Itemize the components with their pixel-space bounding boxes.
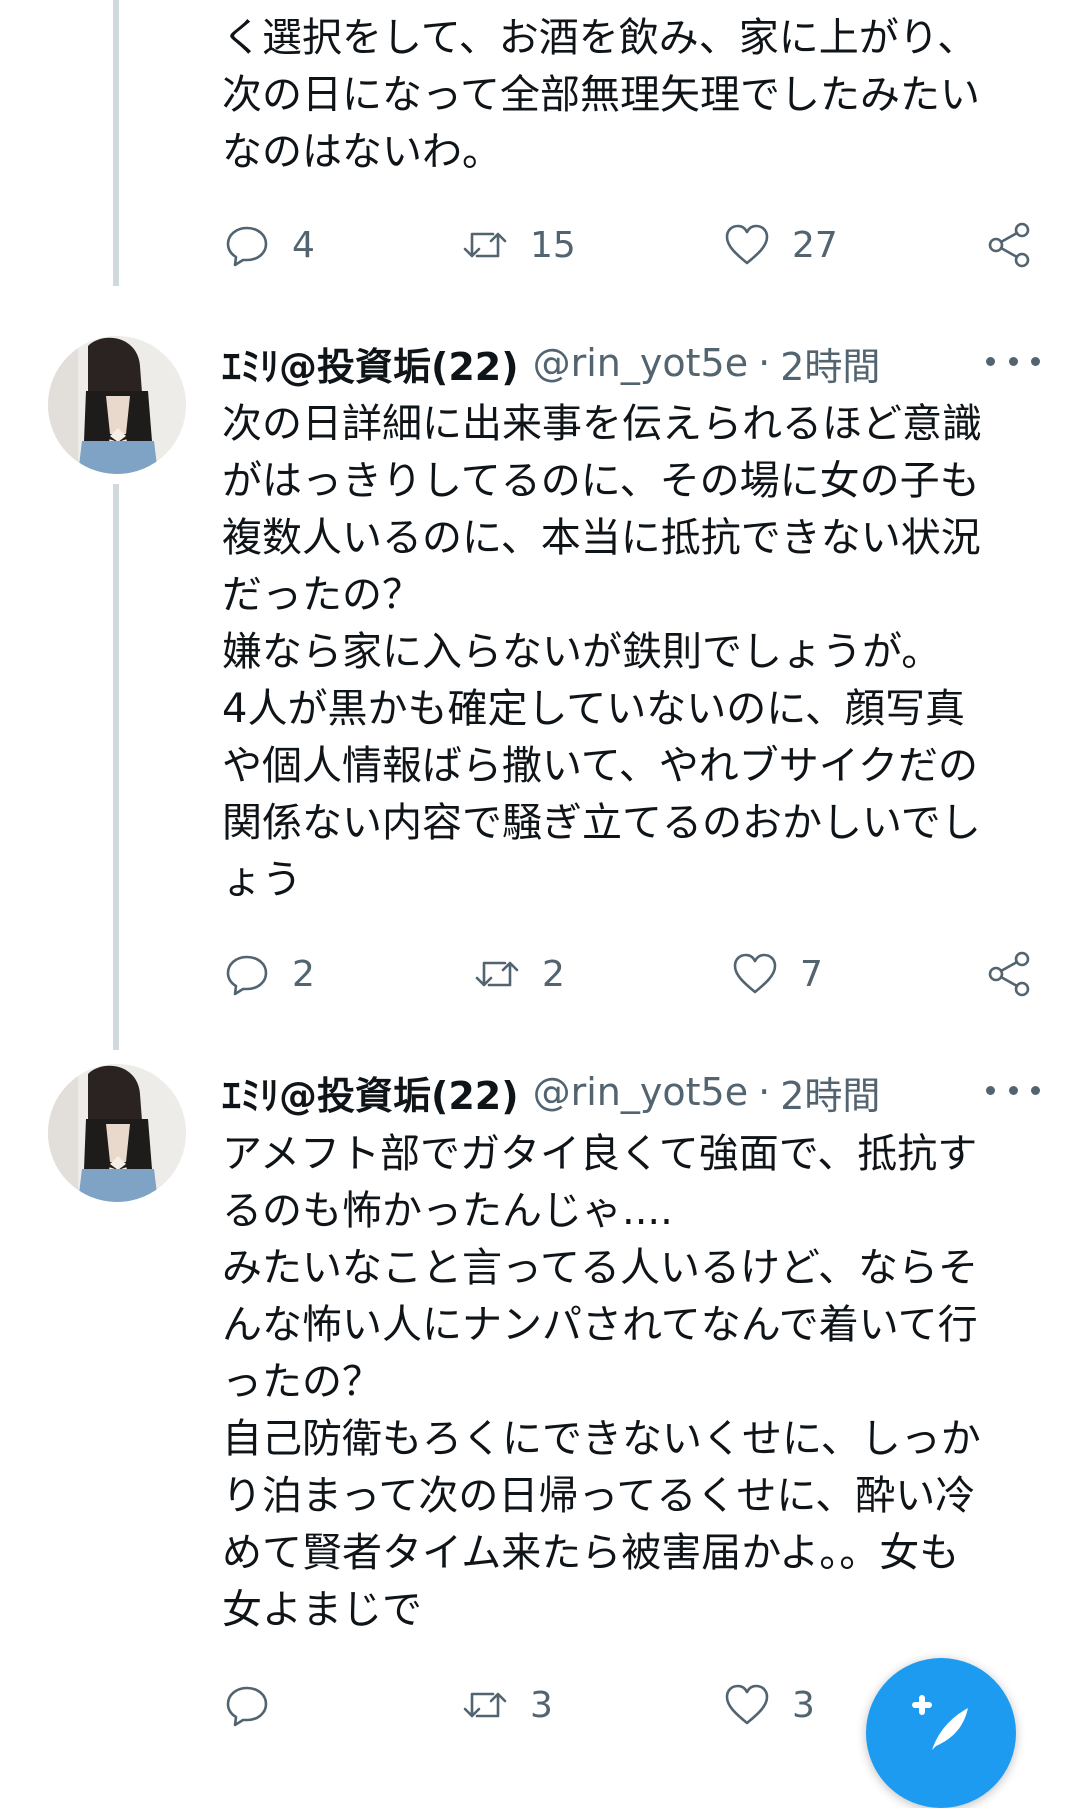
tweet-actions: 2 2 7 [0, 944, 1080, 1004]
reply-icon [226, 1686, 268, 1727]
tweet-text: アメフト部でガタイ良くて強面で、抵抗す るのも怖かったんじゃ.... みたいなこ… [222, 1126, 1022, 1639]
more-icon [986, 356, 995, 366]
retweet-icon [463, 232, 507, 258]
separator-dot: · [758, 341, 771, 385]
tweet-text-line: や個人情報ばら撒いて、やれブサイクだの [222, 743, 978, 789]
reply-count: 4 [292, 224, 315, 266]
compose-button[interactable] [866, 1658, 1016, 1808]
more-icon [986, 1085, 995, 1095]
more-icon [1031, 356, 1040, 366]
retweet-count: 2 [542, 953, 565, 995]
tweet-text-line: 女よまじで [222, 1587, 422, 1633]
share-icon [988, 222, 1030, 268]
tweet-text-line: 次の日になって全部無理矢理でしたみたい [222, 72, 980, 118]
display-name[interactable]: ｴﾐﾘ@投資垢(22) [222, 1065, 519, 1120]
share-button[interactable] [984, 215, 1034, 275]
retweet-button[interactable]: 2 [472, 944, 565, 1004]
reply-icon [226, 955, 268, 996]
share-button[interactable] [984, 944, 1034, 1004]
tweet-text-line: みたいなこと言ってる人いるけど、ならそ [222, 1245, 978, 1291]
tweet-text-line: るのも怖かったんじゃ.... [222, 1188, 673, 1234]
like-button[interactable]: 3 [722, 1675, 815, 1735]
more-icon [1008, 1085, 1018, 1095]
more-button[interactable] [986, 341, 1040, 381]
retweet-button[interactable]: 3 [460, 1675, 553, 1735]
like-count: 3 [792, 1684, 815, 1726]
more-icon [1031, 1085, 1040, 1095]
share-icon [988, 951, 1030, 997]
timestamp[interactable]: 2時間 [780, 1065, 880, 1120]
reply-icon [226, 226, 268, 267]
display-name[interactable]: ｴﾐﾘ@投資垢(22) [222, 336, 519, 391]
tweet-text-line: 関係ない内容で騒ぎ立てるのおかしいでし [222, 800, 981, 846]
more-icon [1008, 356, 1018, 366]
timestamp[interactable]: 2時間 [780, 336, 880, 391]
tweet-text-line: めて賢者タイム来たら被害届かよ。。女も [222, 1530, 960, 1576]
tweet-text-line: 自己防衛もろくにできないくせに、しっか [222, 1416, 981, 1462]
tweet-text-line: んな怖い人にナンパされてなんで着いて行 [222, 1302, 978, 1348]
tweet-text-line: 4人が黒かも確定していないのに、顔写真 [222, 686, 966, 732]
user-handle[interactable]: @rin_yot5e [533, 341, 748, 385]
tweet-text-line: がはっきりしてるのに、その場に女の子も [222, 458, 980, 504]
reply-count: 2 [292, 953, 315, 995]
like-count: 27 [792, 224, 838, 266]
avatar[interactable] [48, 1064, 186, 1202]
tweet-text-line: 次の日詳細に出来事を伝えられるほど意識 [222, 401, 982, 447]
retweet-button[interactable]: 15 [460, 215, 576, 275]
separator-dot: · [758, 1070, 771, 1114]
compose-icon [912, 1695, 968, 1750]
like-button[interactable]: 7 [730, 944, 823, 1004]
more-button[interactable] [986, 1070, 1040, 1110]
retweet-icon [475, 961, 519, 987]
heart-icon [733, 953, 777, 994]
tweet-actions: 4 15 27 [0, 215, 1080, 275]
reply-button[interactable]: 2 [222, 944, 315, 1004]
reply-button[interactable] [222, 1675, 292, 1735]
tweet-text-line: アメフト部でガタイ良くて強面で、抵抗す [222, 1131, 978, 1177]
like-button[interactable]: 27 [722, 215, 838, 275]
avatar[interactable] [48, 336, 186, 474]
tweet-text-line: 複数人いるのに、本当に抵抗できない状況 [222, 515, 981, 561]
retweet-icon [463, 1692, 507, 1718]
tweet-text-line: だったの？ [222, 572, 422, 618]
tweet-text-line: なのはないわ。 [222, 129, 502, 175]
tweet-text: く選択をして、お酒を飲み、家に上がり、 次の日になって全部無理矢理でしたみたい … [222, 10, 1022, 181]
heart-icon [725, 1684, 769, 1725]
tweet-header: ｴﾐﾘ@投資垢(22) @rin_yot5e · 2時間 [222, 1062, 1040, 1122]
tweet-text-line: ょう [222, 857, 302, 903]
tweet-header: ｴﾐﾘ@投資垢(22) @rin_yot5e · 2時間 [222, 333, 1040, 393]
retweet-count: 3 [530, 1684, 553, 1726]
tweet-text-line: く選択をして、お酒を飲み、家に上がり、 [222, 15, 978, 61]
tweet-text-line: り泊まって次の日帰ってるくせに、酔い冷 [222, 1473, 976, 1519]
tweet-text: 次の日詳細に出来事を伝えられるほど意識 がはっきりしてるのに、その場に女の子も … [222, 396, 1022, 909]
heart-icon [725, 224, 769, 265]
tweet-text-line: ったの？ [222, 1359, 382, 1405]
tweet-text-line: 嫌なら家に入らないが鉄則でしょうが。 [222, 629, 942, 675]
user-handle[interactable]: @rin_yot5e [533, 1070, 748, 1114]
retweet-count: 15 [530, 224, 576, 266]
like-count: 7 [800, 953, 823, 995]
reply-button[interactable]: 4 [222, 215, 315, 275]
